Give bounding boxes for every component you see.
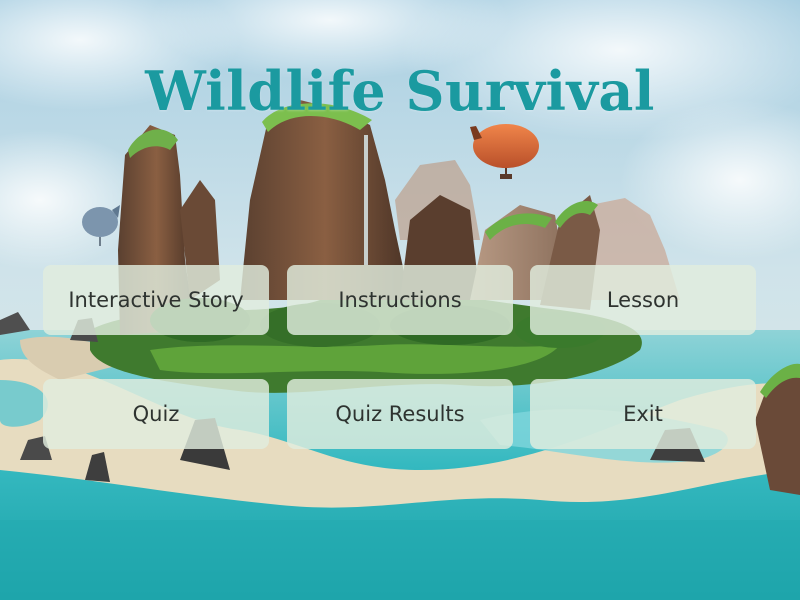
game-title: Wildlife Survival: [145, 59, 655, 123]
quiz-button[interactable]: Quiz: [43, 379, 269, 449]
exit-button[interactable]: Exit: [530, 379, 756, 449]
lesson-button[interactable]: Lesson: [530, 265, 756, 335]
instructions-button[interactable]: Instructions: [287, 265, 513, 335]
quiz-results-button[interactable]: Quiz Results: [287, 379, 513, 449]
interactive-story-button[interactable]: Interactive Story: [43, 265, 269, 335]
